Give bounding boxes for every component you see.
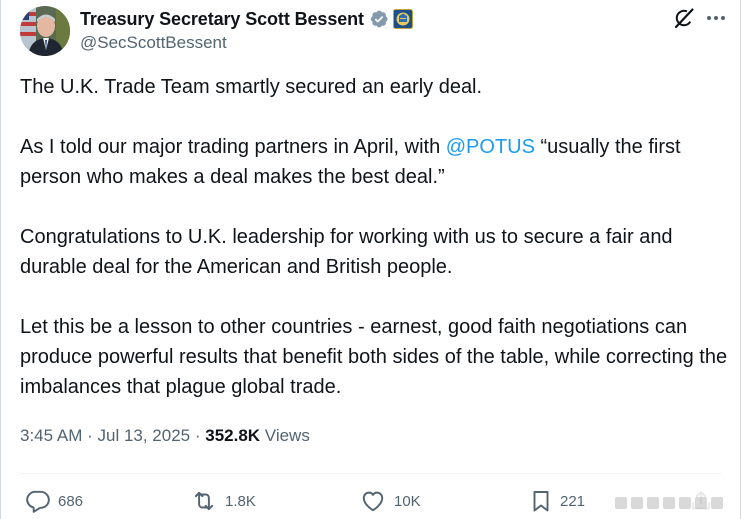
meta-separator: · <box>82 426 98 445</box>
tweet-paragraph: Let this be a lesson to other countries … <box>20 316 728 398</box>
divider <box>20 473 721 474</box>
tweet-paragraph: Congratulations to U.K. leadership for w… <box>20 226 673 278</box>
repost-count: 1.8K <box>225 492 256 510</box>
bookmark-button[interactable]: 221 <box>529 488 585 514</box>
repost-icon <box>190 488 218 514</box>
tweet-paragraph: As I told our major trading partners in … <box>20 132 730 192</box>
like-count: 10K <box>394 492 421 510</box>
meta-separator: · <box>190 426 206 445</box>
avatar[interactable] <box>20 6 70 56</box>
reply-button[interactable]: 686 <box>25 488 83 514</box>
tweet-time[interactable]: 3:45 AM <box>20 426 82 445</box>
verified-badge-icon[interactable] <box>369 9 389 29</box>
more-icon[interactable] <box>704 7 728 29</box>
bookmark-icon <box>529 488 553 514</box>
tweet-header: Treasury Secretary Scott Bessent @SecSco… <box>20 4 740 56</box>
treasury-seal-icon[interactable] <box>392 9 413 29</box>
tweet-text-segment: As I told our major trading partners in … <box>20 136 446 158</box>
grok-icon[interactable] <box>673 7 695 29</box>
bookmark-count: 221 <box>560 492 586 510</box>
author-name-row[interactable]: Treasury Secretary Scott Bessent <box>80 7 413 31</box>
mention-link[interactable]: @POTUS <box>446 136 535 158</box>
repost-button[interactable]: 1.8K <box>190 488 256 514</box>
reply-icon <box>25 488 51 514</box>
tweet-card: Treasury Secretary Scott Bessent @SecSco… <box>0 0 741 519</box>
tweet-paragraph: The U.K. Trade Team smartly secured an e… <box>20 76 483 98</box>
watermark-overlay <box>609 490 735 515</box>
author-handle[interactable]: @SecScottBessent <box>80 33 227 53</box>
tweet-metadata: 3:45 AM · Jul 13, 2025 · 352.8K Views <box>20 426 310 446</box>
views-count: 352.8K <box>205 426 261 445</box>
tweet-text: The U.K. Trade Team smartly secured an e… <box>20 72 730 402</box>
tweet-date[interactable]: Jul 13, 2025 <box>97 426 190 445</box>
heart-icon <box>359 488 387 514</box>
views-label: Views <box>260 426 310 445</box>
like-button[interactable]: 10K <box>359 488 421 514</box>
author-display-name[interactable]: Treasury Secretary Scott Bessent <box>80 9 364 30</box>
reply-count: 686 <box>58 492 84 510</box>
